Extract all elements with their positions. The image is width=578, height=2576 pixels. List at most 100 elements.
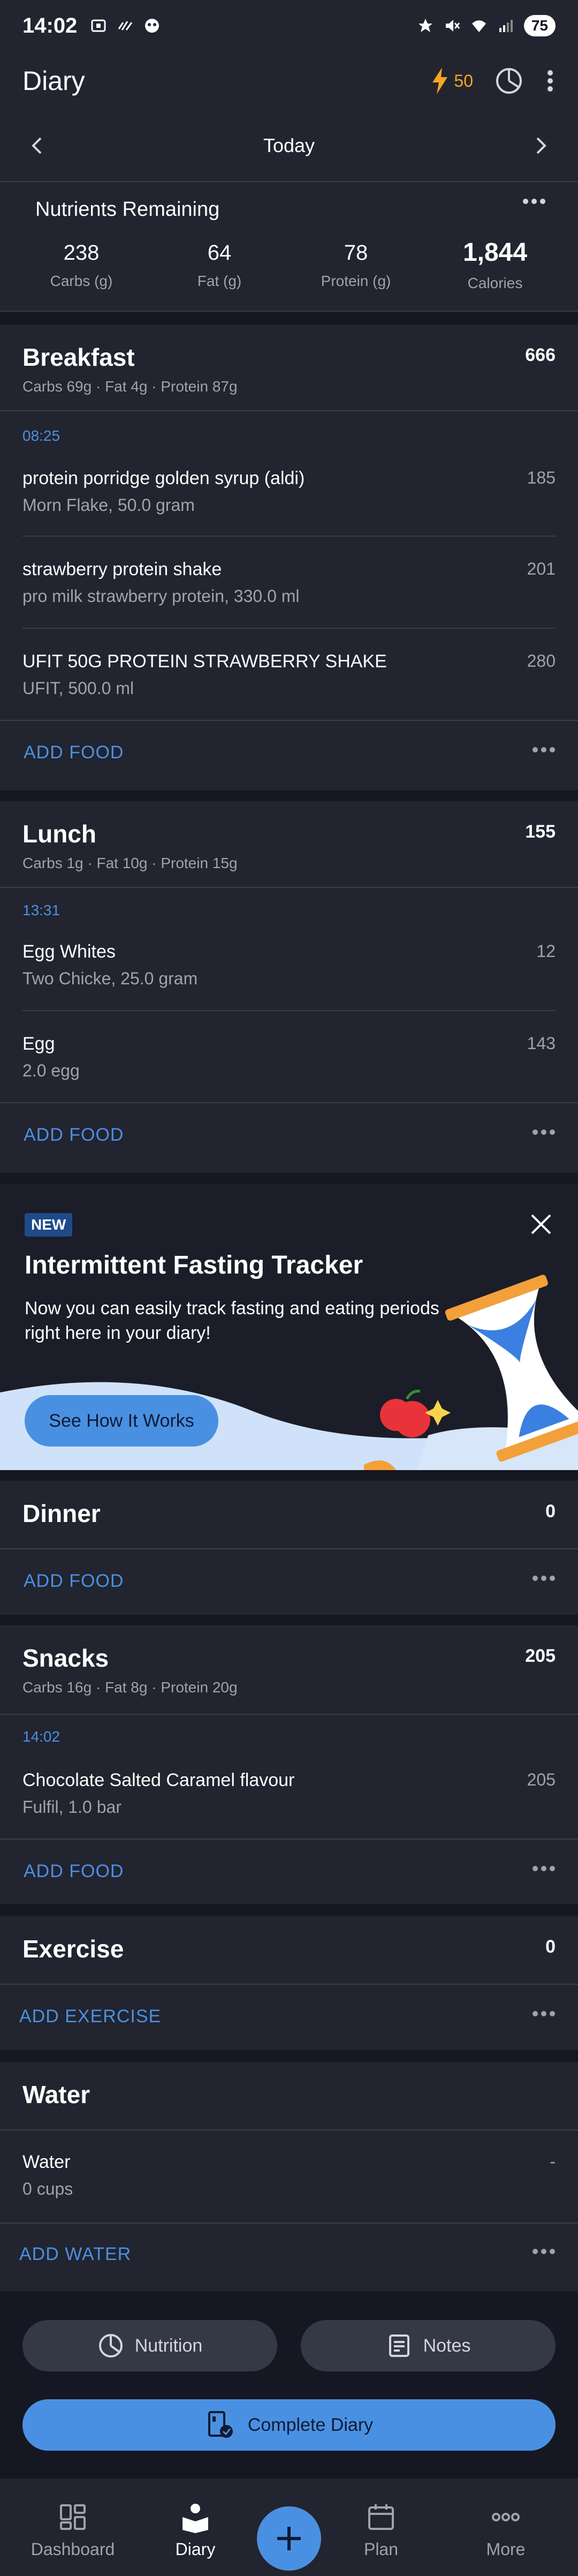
chevron-left-icon[interactable] — [29, 135, 45, 156]
meal-calories: 0 — [545, 1501, 556, 1522]
chevron-right-icon[interactable] — [533, 135, 549, 156]
more-horizontal-icon — [492, 2513, 520, 2521]
notes-button[interactable]: Notes — [301, 2320, 556, 2371]
see-how-it-works-button[interactable]: See How It Works — [25, 1395, 218, 1447]
add-row: ADD FOOD — [0, 721, 578, 785]
nav-more-label: More — [486, 2540, 526, 2559]
pie-chart-icon — [98, 2334, 123, 2357]
meal-macros: Carbs 1g · Fat 10g · Protein 15g — [22, 855, 238, 871]
food-calories: 201 — [527, 559, 556, 578]
divider — [0, 410, 578, 411]
battery-icon: 75 — [523, 15, 556, 36]
divider — [0, 1714, 578, 1715]
meal-timestamp: 14:02 — [22, 1728, 60, 1745]
food-calories: 143 — [527, 1034, 556, 1053]
more-vertical-icon[interactable] — [545, 66, 556, 95]
more-horizontal-icon[interactable] — [532, 2246, 556, 2257]
nutrients-title: Nutrients Remaining — [35, 198, 220, 221]
smiley-icon — [145, 19, 159, 33]
food-detail: 2.0 egg — [22, 1061, 80, 1080]
water-value: - — [550, 2152, 556, 2171]
app-header: Diary 50 — [0, 51, 578, 110]
streak-button[interactable]: 50 — [430, 66, 473, 95]
fasting-promo-banner: NEW Intermittent Fasting Tracker Now you… — [0, 1184, 578, 1470]
promo-title: Intermittent Fasting Tracker — [25, 1251, 363, 1279]
date-label[interactable]: Today — [263, 134, 315, 157]
nutrient-label: Protein (g) — [321, 273, 391, 289]
nutrient-value: 64 — [207, 241, 232, 265]
nav-dashboard[interactable]: Dashboard — [25, 2501, 121, 2559]
meal-calories: 205 — [525, 1646, 556, 1666]
divider — [0, 2129, 578, 2130]
divider — [22, 628, 556, 629]
add-food-button[interactable]: ADD FOOD — [24, 1861, 124, 1882]
food-item[interactable]: strawberry protein shake pro milk strawb… — [22, 559, 556, 606]
complete-diary-button[interactable]: Complete Diary — [22, 2399, 556, 2451]
meal-name: Snacks — [22, 1644, 109, 1672]
meal-card-breakfast: Breakfast Carbs 69g · Fat 4g · Protein 8… — [0, 325, 578, 790]
food-item[interactable]: Chocolate Salted Caramel flavour Fulfil,… — [22, 1770, 556, 1817]
new-badge: NEW — [25, 1213, 73, 1237]
food-detail: Two Chicke, 25.0 gram — [22, 969, 198, 988]
screenshot-icon — [91, 19, 106, 32]
nutrients-remaining: Nutrients Remaining 238 Carbs (g) 64 Fat… — [0, 182, 578, 312]
more-horizontal-icon[interactable] — [532, 2008, 556, 2019]
food-detail: Fulfil, 1.0 bar — [22, 1797, 121, 1817]
add-water-button[interactable]: ADD WATER — [19, 2244, 131, 2265]
nutrient-value: 78 — [344, 241, 368, 265]
more-horizontal-icon[interactable] — [532, 1573, 556, 1584]
nutrient-fat: 64 Fat (g) — [161, 241, 278, 290]
food-item[interactable]: Egg Whites Two Chicke, 25.0 gram 12 — [22, 941, 556, 989]
add-food-button[interactable]: ADD FOOD — [24, 1125, 124, 1146]
status-bar: 14:02 75 — [0, 0, 578, 51]
food-detail: UFIT, 500.0 ml — [22, 679, 134, 698]
nutrient-value: 238 — [63, 241, 100, 265]
food-item[interactable]: protein porridge golden syrup (aldi) Mor… — [22, 468, 556, 515]
nav-diary[interactable]: Diary — [147, 2501, 244, 2559]
section-name: Exercise — [22, 1935, 124, 1963]
meal-macros: Carbs 69g · Fat 4g · Protein 87g — [22, 378, 238, 395]
exercise-card: Exercise 0 ADD EXERCISE — [0, 1916, 578, 2050]
nutrition-button[interactable]: Nutrition — [22, 2320, 277, 2371]
add-food-button[interactable]: ADD FOOD — [24, 742, 124, 763]
more-horizontal-icon[interactable] — [522, 196, 546, 207]
food-name: protein porridge golden syrup (aldi) — [22, 468, 305, 488]
add-fab-button[interactable] — [257, 2506, 321, 2571]
water-item[interactable]: Water 0 cups - — [22, 2152, 556, 2199]
meal-card-dinner: Dinner 0 ADD FOOD — [0, 1481, 578, 1615]
add-exercise-button[interactable]: ADD EXERCISE — [19, 2006, 161, 2027]
section-name: Water — [22, 2081, 90, 2108]
nav-plan[interactable]: Plan — [333, 2501, 429, 2559]
meal-calories: 155 — [525, 822, 556, 842]
calendar-icon — [368, 2504, 394, 2530]
meal-timestamp: 08:25 — [22, 427, 60, 444]
add-food-button[interactable]: ADD FOOD — [24, 1571, 124, 1592]
add-row: ADD FOOD — [0, 1840, 578, 1904]
nutrient-carbs: 238 Carbs (g) — [22, 241, 140, 290]
meal-macros: Carbs 16g · Fat 8g · Protein 20g — [22, 1679, 238, 1696]
star-icon — [418, 19, 432, 32]
nutrient-protein: 78 Protein (g) — [297, 241, 415, 290]
divider — [22, 1010, 556, 1011]
diary-book-icon — [182, 2504, 208, 2533]
notes-label: Notes — [423, 2335, 471, 2356]
food-calories: 12 — [536, 941, 556, 961]
nutrient-calories: 1,844 Calories — [436, 238, 554, 292]
more-horizontal-icon[interactable] — [532, 744, 556, 755]
meal-timestamp: 13:31 — [22, 902, 60, 918]
nav-more[interactable]: More — [458, 2501, 554, 2559]
add-row: ADD FOOD — [0, 1549, 578, 1614]
food-detail: pro milk strawberry protein, 330.0 ml — [22, 586, 300, 606]
water-detail: 0 cups — [22, 2179, 73, 2198]
exercise-calories: 0 — [545, 1937, 556, 1957]
close-icon[interactable] — [530, 1213, 552, 1236]
food-item[interactable]: UFIT 50G PROTEIN STRAWBERRY SHAKE UFIT, … — [22, 651, 556, 698]
food-item[interactable]: Egg 2.0 egg 143 — [22, 1034, 556, 1081]
plus-icon — [277, 2527, 301, 2550]
more-horizontal-icon[interactable] — [532, 1127, 556, 1138]
more-horizontal-icon[interactable] — [532, 1863, 556, 1874]
pie-chart-icon[interactable] — [495, 66, 523, 95]
water-name: Water — [22, 2152, 71, 2172]
streak-count: 50 — [454, 71, 473, 91]
meal-card-snacks: Snacks Carbs 16g · Fat 8g · Protein 20g … — [0, 1625, 578, 1904]
